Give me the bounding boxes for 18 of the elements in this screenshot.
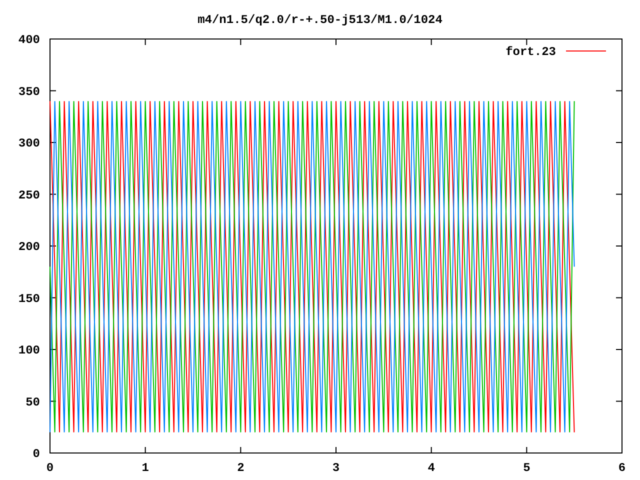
legend-label: fort.23 (506, 45, 556, 59)
tick-label: 3 (332, 461, 340, 475)
tick-label: 0 (46, 461, 54, 475)
tick-label: 150 (18, 292, 40, 306)
tick-label: 5 (523, 461, 530, 475)
tick-label: 6 (618, 461, 626, 475)
chart-title: m4/n1.5/q2.0/r-+.50-j513/M1.0/1024 (198, 12, 442, 28)
tick-label: 350 (18, 84, 40, 99)
tick-label: 2 (237, 461, 244, 475)
tick-label: 50 (26, 395, 40, 410)
tick-label: 250 (18, 188, 40, 202)
tick-label: 1 (142, 461, 149, 475)
tick-label: 400 (18, 33, 40, 47)
tick-label: 200 (18, 240, 40, 254)
tick-label: 0 (32, 447, 40, 461)
tick-label: 100 (18, 344, 40, 358)
tick-label: 300 (18, 136, 40, 150)
tick-label: 4 (428, 461, 435, 475)
